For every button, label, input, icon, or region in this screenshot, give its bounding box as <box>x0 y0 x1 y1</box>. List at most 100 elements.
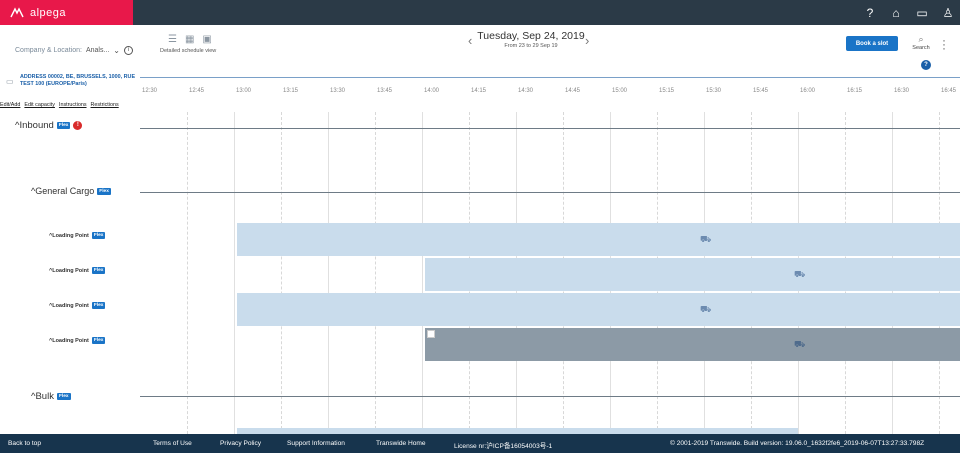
restrictions-link[interactable]: Restrictions <box>91 102 119 108</box>
section-divider <box>140 192 960 193</box>
row-loading-point[interactable]: ^Loading Point Flex <box>49 302 106 309</box>
view-label: Detailed schedule view <box>160 48 217 54</box>
instructions-link[interactable]: Instructions <box>59 102 87 108</box>
edit-add-link[interactable]: Edit/Add <box>0 102 20 108</box>
time-gridline <box>234 112 235 434</box>
flex-badge: Flex <box>91 337 106 344</box>
flex-badge: Flex <box>97 187 111 195</box>
search-button[interactable]: ⌕ Search <box>910 34 932 51</box>
back-to-top-link[interactable]: Back to top <box>8 440 41 447</box>
date-range: From 23 to 29 Sep 19 <box>504 43 558 49</box>
location-address: ADDRESS 00002, BE, BRUSSELS, 1000, RUE T… <box>20 74 136 87</box>
footer: Back to top Terms of Use Privacy Policy … <box>0 434 960 453</box>
row-loading-point[interactable]: ^Loading Point Flex <box>49 232 106 239</box>
row-loading-point[interactable]: ^Loading Point Flex <box>49 267 106 274</box>
book-slot-button[interactable]: Book a slot <box>846 36 898 51</box>
time-tick-label: 12:30 <box>142 88 158 94</box>
next-day-icon[interactable]: › <box>585 33 589 48</box>
time-tick-label: 13:00 <box>236 88 252 94</box>
user-icon[interactable]: ♙ <box>942 6 954 20</box>
time-tick-label: 16:45 <box>941 88 957 94</box>
search-icon: ⌕ <box>918 34 924 44</box>
date-display: Tuesday, Sep 24, 2019 From 23 to 29 Sep … <box>470 30 592 49</box>
flex-badge: Flex <box>91 302 106 309</box>
flex-badge: Flex <box>56 393 71 400</box>
time-tick-label: 16:15 <box>847 88 863 94</box>
row-general-cargo-label: ^General Cargo <box>31 186 95 196</box>
time-tick-label: 16:00 <box>800 88 816 94</box>
company-value[interactable]: Anals... <box>86 47 109 54</box>
time-tick-label: 14:00 <box>424 88 440 94</box>
truck-icon[interactable]: ⛟ <box>700 304 711 316</box>
time-tick-label: 15:15 <box>659 88 675 94</box>
time-gridline <box>375 112 376 434</box>
current-date: Tuesday, Sep 24, 2019 <box>477 30 585 42</box>
row-loading-point-label: ^Loading Point <box>49 232 89 239</box>
top-bar: alpega ? ⌂ ▭ ♙ <box>0 0 960 25</box>
copyright-text: © 2001-2019 Transwide. Build version: 19… <box>670 440 925 447</box>
info-icon[interactable]: i <box>124 46 133 55</box>
day-view-icon[interactable]: ▣ <box>202 34 211 45</box>
company-label: Company & Location: <box>15 47 82 54</box>
search-label: Search <box>912 45 930 51</box>
flex-badge: Flex <box>91 267 106 274</box>
slot-bar[interactable]: ⛟ <box>237 223 960 256</box>
truck-icon[interactable]: ⛟ <box>700 234 711 246</box>
chat-icon[interactable]: ▭ <box>916 6 928 20</box>
list-view-icon[interactable]: ☰ <box>168 34 177 45</box>
flex-badge: Flex <box>91 232 106 239</box>
time-axis: 12:30 12:45 13:00 13:15 13:30 13:45 14:00 14:15… <box>140 88 960 98</box>
row-inbound-label: ^Inbound <box>15 120 54 131</box>
row-loading-point[interactable]: ^Loading Point Flex <box>49 337 106 344</box>
time-tick-label: 14:45 <box>565 88 581 94</box>
time-tick-label: 16:30 <box>894 88 910 94</box>
slot-bar[interactable]: ⛟ <box>425 258 960 291</box>
time-tick-label: 13:45 <box>377 88 393 94</box>
transwide-home-link[interactable]: Transwide Home <box>376 440 426 447</box>
time-gridline <box>328 112 329 434</box>
chevron-down-icon[interactable]: ⌄ <box>113 46 120 55</box>
time-tick-label: 12:45 <box>189 88 205 94</box>
location-links: Edit/Add Edit capacity Instructions Rest… <box>0 102 119 108</box>
location-panel: ▭ ADDRESS 00002, BE, BRUSSELS, 1000, RUE… <box>0 72 140 102</box>
time-tick-label: 13:15 <box>283 88 299 94</box>
license-text: License nr:沪ICP备16054003号-1 <box>454 443 553 450</box>
privacy-link[interactable]: Privacy Policy <box>220 440 261 447</box>
company-location[interactable]: Company & Location: Anals... ⌄ i <box>15 46 133 55</box>
more-menu-icon[interactable]: · · · <box>940 34 948 54</box>
edit-capacity-link[interactable]: Edit capacity <box>24 102 55 108</box>
time-tick-label: 15:45 <box>753 88 769 94</box>
time-tick-label: 15:00 <box>612 88 628 94</box>
terms-link[interactable]: Terms of Use <box>153 440 192 447</box>
time-tick-label: 13:30 <box>330 88 346 94</box>
calendar-view-icon[interactable]: ▦ <box>185 34 194 45</box>
time-gridline <box>281 112 282 434</box>
view-switcher: ☰ ▦ ▣ <box>168 34 212 45</box>
home-icon[interactable]: ⌂ <box>890 6 902 20</box>
folder-icon: ▭ <box>6 77 14 86</box>
time-gridline <box>422 112 423 434</box>
time-tick-label: 14:30 <box>518 88 534 94</box>
help-icon[interactable]: ? <box>864 6 876 20</box>
section-divider <box>140 128 960 129</box>
help-button[interactable]: ? <box>921 60 931 70</box>
row-general-cargo[interactable]: ^General Cargo Flex <box>31 186 111 196</box>
truck-icon[interactable]: ⛟ <box>794 339 805 351</box>
alert-icon[interactable]: ! <box>73 121 83 130</box>
row-bulk[interactable]: ^Bulk Flex <box>31 391 71 402</box>
row-loading-point-label: ^Loading Point <box>49 302 89 309</box>
timeline-divider <box>140 77 960 78</box>
alpega-logo-icon <box>10 7 24 18</box>
support-link[interactable]: Support Information <box>287 440 345 447</box>
truck-icon[interactable]: ⛟ <box>794 269 805 281</box>
app-name: alpega <box>30 6 67 19</box>
slot-checkbox[interactable] <box>427 330 435 338</box>
time-gridline <box>187 112 188 434</box>
row-loading-point-label: ^Loading Point <box>49 337 89 344</box>
row-inbound[interactable]: ^Inbound Flex ! <box>15 120 83 131</box>
row-loading-point-label: ^Loading Point <box>49 267 89 274</box>
booked-slot-bar[interactable]: ⛟ <box>425 328 960 361</box>
slot-bar[interactable]: ⛟ <box>237 293 960 326</box>
app-logo[interactable]: alpega <box>0 0 133 25</box>
section-divider <box>140 396 960 397</box>
